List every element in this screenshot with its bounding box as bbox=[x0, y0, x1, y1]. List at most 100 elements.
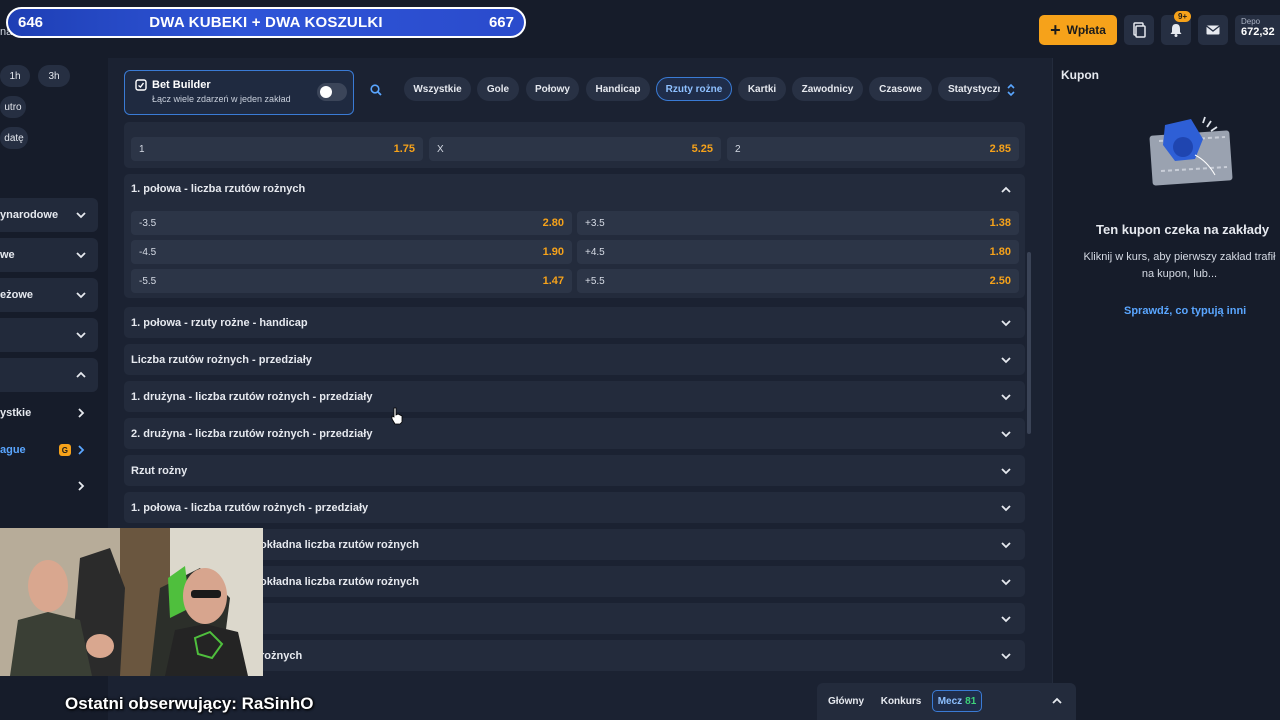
filter-time[interactable]: Czasowe bbox=[869, 77, 932, 101]
odd-over-5-5[interactable]: +5.5 2.50 bbox=[577, 269, 1019, 293]
odd-under-5-5[interactable]: -5.5 1.47 bbox=[131, 269, 572, 293]
time-filter-1h[interactable]: 1h bbox=[0, 65, 30, 87]
sidebar-item-label: we bbox=[0, 249, 15, 261]
messages-button[interactable] bbox=[1198, 15, 1228, 45]
odd-label: 2 bbox=[735, 143, 741, 155]
chevron-right-icon bbox=[74, 479, 88, 493]
filter-players[interactable]: Zawodnicy bbox=[792, 77, 863, 101]
deposit-button[interactable]: + Wpłata bbox=[1039, 15, 1117, 45]
odd-away[interactable]: 2 2.85 bbox=[727, 137, 1019, 161]
market-row[interactable]: Liczba rzutów rożnych - przedziały bbox=[124, 344, 1025, 375]
market-title: okładna liczba rzutów rożnych bbox=[260, 575, 419, 588]
balance-display[interactable]: Depo 672,32 bbox=[1235, 15, 1280, 45]
plus-icon: + bbox=[1050, 20, 1061, 40]
filter-all[interactable]: Wszystkie bbox=[404, 77, 471, 101]
chevron-down-icon bbox=[999, 316, 1013, 330]
odd-value: 1.47 bbox=[542, 275, 564, 287]
market-row[interactable]: 1. drużyna - liczba rzutów rożnych - prz… bbox=[124, 381, 1025, 412]
document-icon bbox=[1133, 22, 1146, 38]
market-title: Rzut rożny bbox=[131, 464, 188, 477]
market-title: okładna liczba rzutów rożnych bbox=[260, 538, 419, 551]
odd-home[interactable]: 1 1.75 bbox=[131, 137, 423, 161]
envelope-icon bbox=[1206, 25, 1220, 35]
market-title: 1. drużyna - liczba rzutów rożnych - prz… bbox=[131, 390, 373, 403]
sidebar-subitem-3[interactable] bbox=[0, 469, 98, 503]
sidebar-subitem-label: ystkie bbox=[0, 407, 32, 419]
market-row[interactable]: 1. połowa - liczba rzutów rożnych - prze… bbox=[124, 492, 1025, 523]
sidebar-subitem-all[interactable]: ystkie bbox=[0, 396, 98, 430]
odd-over-4-5[interactable]: +4.5 1.80 bbox=[577, 240, 1019, 264]
odd-value: 1.80 bbox=[989, 246, 1011, 258]
date-filter-pick-date[interactable]: datę bbox=[0, 127, 28, 149]
last-follower-text: Ostatni obserwujący: RaSinhO bbox=[65, 694, 314, 713]
odd-value: 1.90 bbox=[542, 246, 564, 258]
sidebar-item-5-expanded[interactable] bbox=[0, 358, 98, 392]
hand-cursor-icon bbox=[391, 407, 403, 425]
webcam-overlay bbox=[0, 528, 263, 676]
see-what-others-bet-link[interactable]: Sprawdź, co typują inni bbox=[1124, 305, 1246, 317]
betslip-empty-title: Ten kupon czeka na zakłady bbox=[1096, 222, 1270, 237]
tab-contest[interactable]: Konkurs bbox=[877, 690, 925, 712]
date-filter-tomorrow[interactable]: utro bbox=[0, 96, 26, 118]
sidebar-item-2[interactable]: we bbox=[0, 238, 98, 272]
bottom-tab-bar: Główny Konkurs Mecz 81 bbox=[817, 683, 1076, 720]
filter-corners[interactable]: Rzuty rożne bbox=[656, 77, 732, 101]
odd-over-3-5[interactable]: +3.5 1.38 bbox=[577, 211, 1019, 235]
banner-right-count: 667 bbox=[488, 14, 514, 31]
tab-main[interactable]: Główny bbox=[825, 690, 867, 712]
main-scrollbar[interactable] bbox=[1027, 252, 1031, 434]
chevron-up-icon bbox=[74, 368, 88, 382]
sidebar-subitem-league[interactable]: ague G bbox=[0, 433, 98, 467]
balance-value: 672,32 bbox=[1241, 26, 1275, 38]
bet-builder-card[interactable]: Bet Builder Łącz wiele zdarzeń w jeden z… bbox=[124, 70, 354, 115]
bet-builder-title: Bet Builder bbox=[152, 79, 211, 91]
market-row[interactable]: 1. połowa - rzuty rożne - handicap bbox=[124, 307, 1025, 338]
filter-cards[interactable]: Kartki bbox=[738, 77, 786, 101]
odd-under-4-5[interactable]: -4.5 1.90 bbox=[131, 240, 572, 264]
odd-label: +4.5 bbox=[585, 246, 605, 258]
filter-stats[interactable]: Statystyczne bbox=[938, 77, 1000, 101]
bet-builder-toggle[interactable] bbox=[317, 83, 347, 101]
time-filter-3h[interactable]: 3h bbox=[38, 65, 70, 87]
market-row[interactable]: Rzut rożny bbox=[124, 455, 1025, 486]
chevron-right-icon bbox=[74, 443, 88, 457]
market-row[interactable]: 2. drużyna - liczba rzutów rożnych - prz… bbox=[124, 418, 1025, 449]
chevron-down-icon bbox=[999, 353, 1013, 367]
odd-value: 2.85 bbox=[989, 143, 1011, 155]
chevron-up-icon[interactable] bbox=[1050, 694, 1064, 708]
chevron-down-icon bbox=[999, 612, 1013, 626]
chevron-down-icon bbox=[999, 501, 1013, 515]
chevron-down-icon bbox=[74, 208, 88, 222]
sidebar-item-4[interactable] bbox=[0, 318, 98, 352]
odd-draw[interactable]: X 5.25 bbox=[429, 137, 721, 161]
chevron-down-icon bbox=[999, 464, 1013, 478]
sidebar-item-3[interactable]: eżowe bbox=[0, 278, 98, 312]
chevron-down-icon bbox=[74, 248, 88, 262]
market-title: 1. połowa - liczba rzutów rożnych - prze… bbox=[131, 501, 369, 514]
odd-value: 1.75 bbox=[393, 143, 415, 155]
market-title: rożnych bbox=[260, 649, 303, 662]
odd-label: +5.5 bbox=[585, 275, 605, 287]
sidebar-item-international[interactable]: ynarodowe bbox=[0, 198, 98, 232]
my-bets-button[interactable] bbox=[1124, 15, 1154, 45]
tab-match-label: Mecz bbox=[937, 695, 963, 707]
balance-label: Depo bbox=[1241, 17, 1261, 26]
filter-goals[interactable]: Gole bbox=[477, 77, 519, 101]
betslip-title: Kupon bbox=[1061, 68, 1099, 82]
chevron-down-icon bbox=[999, 649, 1013, 663]
odd-label: +3.5 bbox=[585, 217, 605, 229]
bell-icon bbox=[1170, 24, 1182, 37]
odd-value: 5.25 bbox=[691, 143, 713, 155]
chevron-up-icon[interactable] bbox=[999, 183, 1013, 197]
banner-title: DWA KUBEKI + DWA KOSZULKI bbox=[149, 14, 383, 31]
filter-handicap[interactable]: Handicap bbox=[586, 77, 650, 101]
odd-label: -3.5 bbox=[139, 217, 157, 229]
search-icon[interactable] bbox=[370, 84, 382, 96]
tab-match[interactable]: Mecz 81 bbox=[932, 690, 982, 712]
odd-label: X bbox=[437, 143, 444, 155]
odd-under-3-5[interactable]: -3.5 2.80 bbox=[131, 211, 572, 235]
filter-halves[interactable]: Połowy bbox=[526, 77, 579, 101]
market-title: 2. drużyna - liczba rzutów rożnych - prz… bbox=[131, 427, 373, 440]
expand-filters-icon[interactable] bbox=[1005, 82, 1017, 98]
tab-match-count: 81 bbox=[965, 695, 977, 707]
